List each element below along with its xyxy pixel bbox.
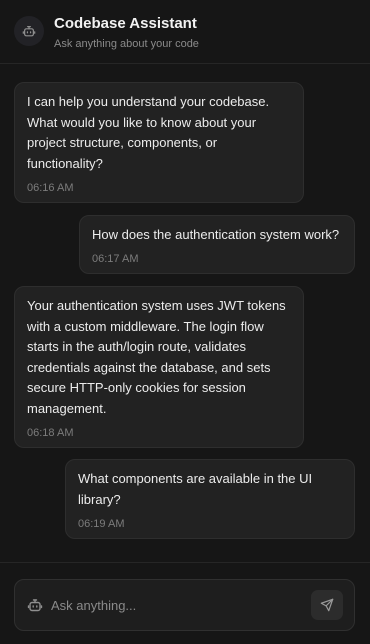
- message-timestamp: 06:18 AM: [27, 427, 74, 439]
- composer-area: [0, 562, 370, 644]
- page-title: Codebase Assistant: [54, 15, 197, 32]
- message-timestamp: 06:17 AM: [92, 253, 139, 265]
- chat-app: Codebase Assistant Ask anything about yo…: [0, 0, 370, 644]
- assistant-message: Your authentication system uses JWT toke…: [14, 286, 304, 448]
- message-text: Your authentication system uses JWT toke…: [27, 298, 286, 416]
- message-text: I can help you understand your codebase.…: [27, 94, 270, 171]
- assistant-avatar: [14, 16, 44, 46]
- assistant-message: I can help you understand your codebase.…: [14, 82, 304, 203]
- bot-icon: [22, 26, 36, 37]
- message-timestamp: 06:19 AM: [78, 518, 125, 530]
- message-text: What components are available in the UI …: [78, 471, 313, 507]
- send-button[interactable]: [311, 590, 343, 620]
- user-message: How does the authentication system work?…: [79, 215, 355, 274]
- page-subtitle: Ask anything about your code: [54, 38, 199, 50]
- chat-header: Codebase Assistant Ask anything about yo…: [0, 0, 370, 64]
- message-input[interactable]: [51, 593, 301, 617]
- message-text: How does the authentication system work?: [92, 227, 340, 242]
- send-icon: [320, 598, 334, 612]
- user-message: What components are available in the UI …: [65, 459, 355, 539]
- message-timestamp: 06:16 AM: [27, 182, 74, 194]
- bot-icon: [27, 599, 43, 612]
- message-composer: [14, 579, 355, 631]
